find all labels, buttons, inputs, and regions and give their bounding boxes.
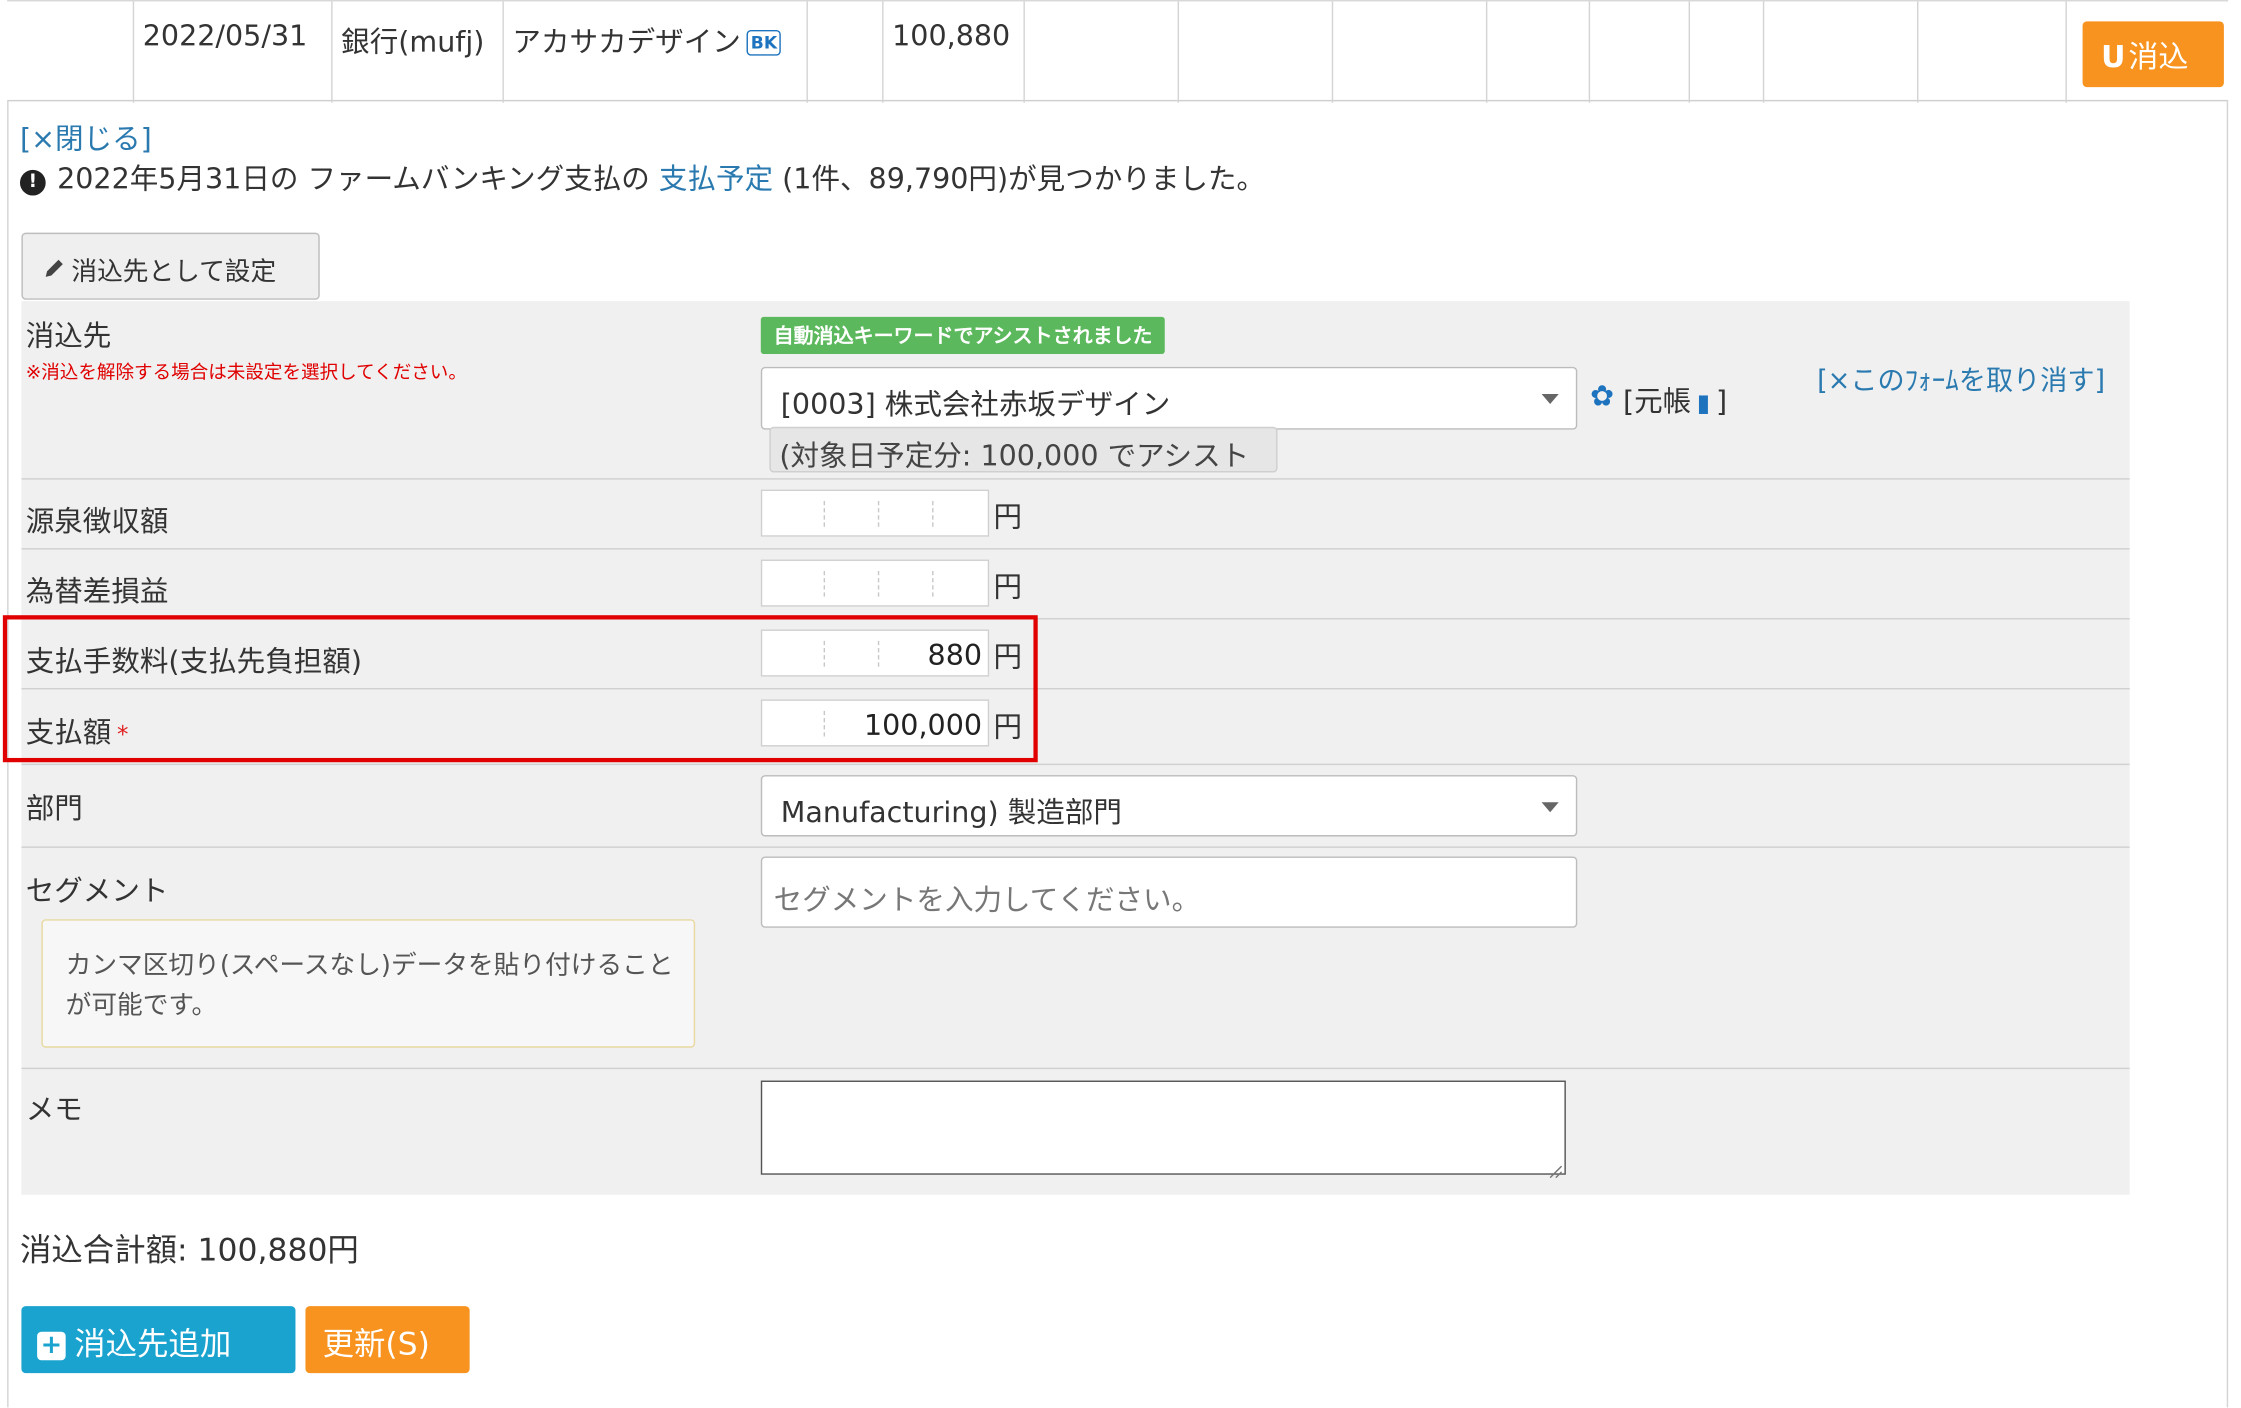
withholding-row: 源泉徴収額 円 bbox=[21, 480, 2130, 550]
reconcile-label: 消込 bbox=[2128, 39, 2189, 75]
target-row: 消込先 ※消込を解除する場合は未設定を選択してください。 自動消込キーワードでア… bbox=[21, 301, 2130, 480]
ledger-close: ] bbox=[1715, 383, 1728, 419]
department-row: 部門 Manufacturing) 製造部門 bbox=[21, 765, 2130, 848]
fx-row: 為替差損益 円 bbox=[21, 550, 2130, 620]
plus-icon: + bbox=[37, 1331, 66, 1361]
date-cell: 2022/05/31 bbox=[132, 1, 331, 103]
target-label: 消込先 bbox=[25, 318, 112, 353]
account-cell: 銀行(mufj) bbox=[331, 1, 502, 103]
notice-message: ! 2022年5月31日の ファームバンキング支払の 支払予定 (1件、89,79… bbox=[19, 156, 1266, 197]
fx-unit: 円 bbox=[993, 569, 1023, 604]
empty-cell bbox=[1588, 1, 1689, 103]
empty-cell bbox=[1331, 1, 1486, 103]
highlight-box bbox=[2, 615, 1038, 763]
input-tick bbox=[877, 501, 880, 527]
transaction-row: 2022/05/31 銀行(mufj) アカサカデザイン BK 100,880 U… bbox=[7, 0, 2229, 103]
fx-label: 為替差損益 bbox=[25, 573, 169, 609]
book-icon: ▮ bbox=[1696, 389, 1711, 419]
input-tick bbox=[823, 501, 826, 527]
memo-label: メモ bbox=[25, 1091, 83, 1127]
empty-cell bbox=[1023, 1, 1177, 103]
payment-schedule-link[interactable]: 支払予定 bbox=[659, 161, 773, 195]
cancel-form-link[interactable]: [×このﾌｫｰﾑを取り消す] bbox=[1817, 360, 2105, 399]
target-selected-value: [0003] 株式会社赤坂デザイン bbox=[780, 386, 1171, 422]
empty-cell bbox=[1688, 1, 1763, 103]
department-label: 部門 bbox=[25, 790, 83, 826]
withholding-label: 源泉徴収額 bbox=[25, 503, 169, 539]
add-target-label: 消込先追加 bbox=[74, 1327, 232, 1364]
ledger-link[interactable]: [元帳 ▮] bbox=[1623, 378, 1727, 419]
target-select[interactable]: [0003] 株式会社赤坂デザイン bbox=[760, 366, 1578, 430]
reconcile-button[interactable]: U 消込 bbox=[2082, 21, 2224, 88]
segment-row: セグメント カンマ区切り(スペースなし)データを貼り付けることが可能です。 セグ… bbox=[21, 848, 2130, 1070]
empty-cell bbox=[1762, 1, 1917, 103]
gear-icon[interactable]: ✿ bbox=[1590, 378, 1614, 412]
withholding-unit: 円 bbox=[993, 499, 1023, 534]
empty-cell bbox=[806, 1, 882, 103]
amount-cell: 100,880 bbox=[882, 1, 1023, 103]
add-target-button[interactable]: + 消込先追加 bbox=[21, 1306, 296, 1374]
segment-label: セグメント bbox=[25, 873, 169, 908]
ledger-open: [元帳 bbox=[1622, 383, 1692, 419]
reconcile-icon: U bbox=[2101, 39, 2126, 75]
input-tick bbox=[823, 570, 826, 597]
empty-cell bbox=[1916, 1, 2065, 103]
chevron-down-icon bbox=[1541, 802, 1559, 813]
notice-suffix: (1件、89,790円)が見つかりました。 bbox=[773, 161, 1266, 196]
exclamation-icon: ! bbox=[19, 169, 46, 196]
bank-badge: BK bbox=[746, 29, 782, 56]
empty-cell bbox=[1177, 1, 1332, 103]
segment-hint: カンマ区切り(スペースなし)データを貼り付けることが可能です。 bbox=[41, 919, 696, 1048]
segment-input[interactable]: セグメントを入力してください。 bbox=[760, 856, 1578, 928]
notice-prefix: 2022年5月31日の ファームバンキング支払の bbox=[57, 161, 659, 196]
reconcile-total: 消込合計額: 100,880円 bbox=[19, 1233, 359, 1269]
description-text: アカサカデザイン bbox=[512, 24, 741, 59]
input-tick bbox=[932, 570, 934, 597]
set-as-target-button[interactable]: 消込先として設定 bbox=[21, 232, 320, 300]
chevron-down-icon bbox=[1541, 393, 1559, 404]
resize-grip-icon[interactable] bbox=[1549, 1158, 1563, 1179]
pencil-icon bbox=[43, 257, 66, 287]
memo-row: メモ bbox=[21, 1069, 2129, 1195]
assist-badge: 自動消込キーワードでアシストされました bbox=[760, 316, 1166, 354]
input-tick bbox=[932, 501, 934, 527]
empty-cell bbox=[1485, 1, 1589, 103]
description-cell: アカサカデザイン BK bbox=[502, 1, 806, 103]
target-warning: ※消込を解除する場合は未設定を選択してください。 bbox=[25, 362, 467, 384]
withholding-input[interactable] bbox=[760, 489, 990, 537]
input-tick bbox=[877, 570, 880, 597]
close-link[interactable]: [×閉じる] bbox=[20, 116, 152, 157]
department-selected-value: Manufacturing) 製造部門 bbox=[780, 795, 1122, 830]
assist-hint: (対象日予定分: 100,000 でアシスト bbox=[769, 426, 1278, 473]
department-select[interactable]: Manufacturing) 製造部門 bbox=[760, 775, 1578, 837]
set-as-target-label: 消込先として設定 bbox=[71, 256, 277, 287]
fx-input[interactable] bbox=[760, 559, 990, 607]
memo-textarea[interactable] bbox=[760, 1080, 1566, 1175]
reconciliation-page: 2022/05/31 銀行(mufj) アカサカデザイン BK 100,880 U… bbox=[0, 0, 2241, 1408]
update-button[interactable]: 更新(S) bbox=[305, 1306, 470, 1374]
